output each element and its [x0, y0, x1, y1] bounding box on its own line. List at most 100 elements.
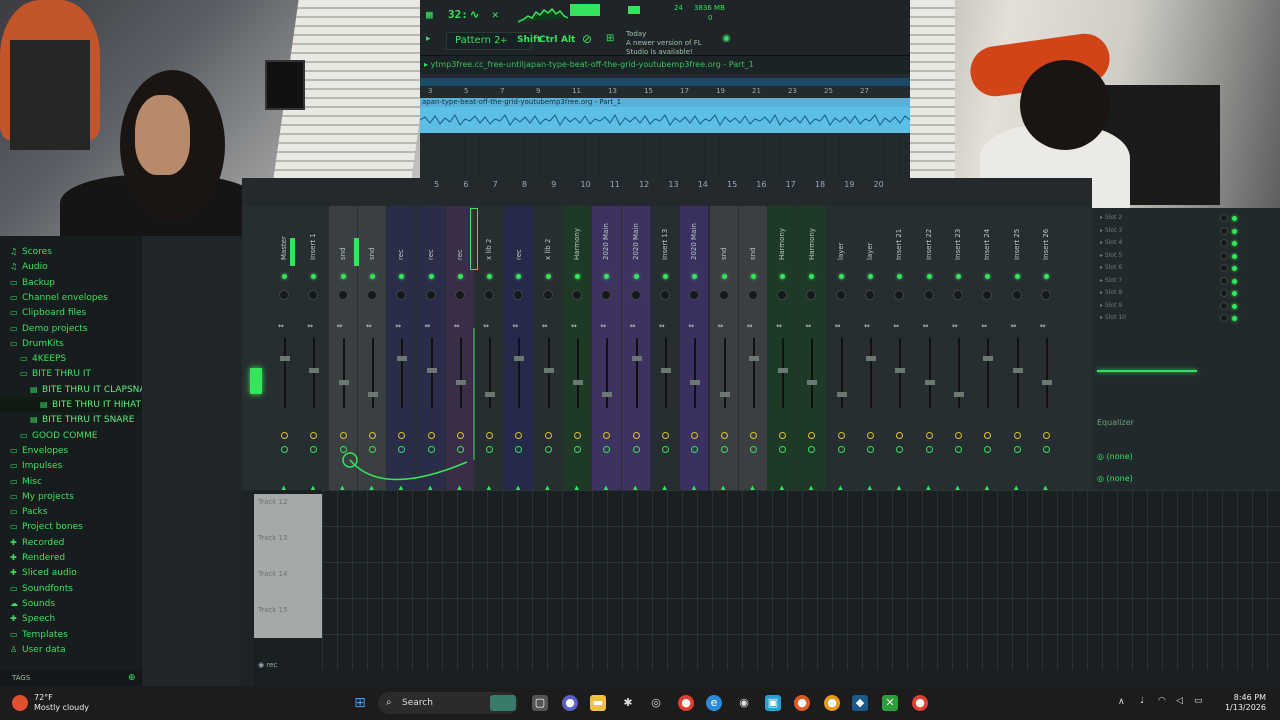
stereo-arrow-icon[interactable]: ⇔	[718, 322, 724, 330]
browser-item[interactable]: ▭ Packs	[0, 504, 142, 519]
insert-led[interactable]	[545, 274, 551, 279]
fx-slot[interactable]: ▸ Slot 7	[1100, 275, 1240, 287]
volume-fader[interactable]	[1041, 380, 1052, 385]
mixer-insert[interactable]: 2020 Main ⇔ ▲	[592, 206, 621, 492]
mixer-insert[interactable]: x lib 2 ⇔ ▲	[533, 206, 562, 492]
pan-knob[interactable]	[572, 290, 582, 300]
send-knob[interactable]	[486, 432, 494, 439]
route-led[interactable]	[779, 446, 787, 453]
browser-item[interactable]: ▭ Soundfonts	[0, 581, 142, 596]
send-knob[interactable]	[867, 432, 874, 439]
send-knob[interactable]	[427, 432, 435, 439]
send-knob[interactable]	[456, 432, 464, 439]
pan-knob[interactable]	[279, 290, 289, 300]
fx-mix-knob[interactable]	[1220, 226, 1228, 235]
fx-slot-led[interactable]	[1232, 316, 1237, 321]
volume-fader[interactable]	[953, 392, 964, 397]
send-knob[interactable]	[544, 432, 552, 439]
track-header[interactable]: Track 13	[254, 530, 322, 566]
route-led[interactable]	[339, 446, 347, 453]
wifi-icon[interactable]: ◠	[1158, 696, 1166, 706]
browser-item[interactable]: ✚ Rendered	[0, 550, 142, 565]
volume-icon[interactable]: ◁	[1176, 696, 1183, 706]
route-led[interactable]	[749, 446, 757, 453]
fx-mix-knob[interactable]	[1220, 251, 1228, 260]
insert-led[interactable]	[487, 274, 493, 279]
volume-fader[interactable]	[280, 356, 290, 361]
volume-fader[interactable]	[426, 368, 437, 373]
insert-led[interactable]	[428, 274, 434, 279]
insert-led[interactable]	[838, 274, 844, 279]
fl-studio-icon[interactable]: ◎	[648, 695, 664, 711]
add-pattern-icon[interactable]: +	[500, 36, 508, 46]
edge-icon[interactable]: e	[706, 695, 722, 711]
pan-knob[interactable]	[806, 290, 817, 300]
pan-knob[interactable]	[835, 290, 846, 300]
tray-chevron-icon[interactable]: ∧	[1118, 697, 1125, 707]
route-led[interactable]	[720, 446, 728, 453]
alt-key[interactable]: Alt	[561, 35, 575, 45]
mixer-insert[interactable]: Insert 24 ⇔ ▲	[973, 206, 1002, 492]
equalizer-label[interactable]: Equalizer	[1097, 418, 1134, 427]
stereo-arrow-icon[interactable]: ⇔	[747, 322, 753, 330]
volume-fader[interactable]	[924, 380, 935, 385]
route-led[interactable]	[1042, 446, 1050, 453]
obs-icon[interactable]: ◉	[736, 695, 752, 711]
insert-led[interactable]	[955, 274, 961, 279]
volume-fader[interactable]	[719, 392, 730, 397]
fx-slot[interactable]: ▸ Slot 10	[1100, 312, 1240, 324]
volume-fader[interactable]	[338, 380, 349, 385]
mixer-insert[interactable]: Insert 23 ⇔ ▲	[943, 206, 973, 492]
fx-slot-led[interactable]	[1232, 278, 1237, 284]
fx-slot-led[interactable]	[1232, 303, 1237, 309]
route-led[interactable]	[310, 446, 318, 453]
mixer-insert[interactable]: rec ⇔ ▲	[504, 206, 533, 492]
browser-item[interactable]: ▭ Demo projects	[0, 321, 142, 336]
pan-knob[interactable]	[952, 290, 963, 300]
stereo-arrow-icon[interactable]: ⇔	[278, 322, 284, 330]
photos-icon[interactable]: ▣	[765, 695, 781, 711]
volume-fader[interactable]	[983, 356, 994, 361]
browser-item[interactable]: ▭ Impulses	[0, 458, 142, 473]
pan-knob[interactable]	[454, 290, 465, 300]
send-knob[interactable]	[574, 432, 581, 439]
pan-knob[interactable]	[542, 290, 553, 300]
route-led[interactable]	[544, 446, 552, 453]
insert-led[interactable]	[926, 274, 932, 279]
route-led[interactable]	[427, 446, 435, 453]
audio-clip-waveform[interactable]	[420, 107, 910, 133]
windows-start-icon[interactable]: ⊞	[352, 695, 368, 711]
search-tags-icon[interactable]: ⊕	[128, 673, 136, 683]
track-header[interactable]: Track 15	[254, 602, 322, 638]
xbox-icon[interactable]: ✕	[882, 695, 898, 711]
weather-icon[interactable]	[12, 695, 28, 711]
fx-slot-led[interactable]	[1232, 266, 1237, 271]
pan-knob[interactable]	[308, 290, 319, 300]
route-led[interactable]	[486, 446, 494, 453]
route-led[interactable]	[691, 446, 699, 453]
clock-icon[interactable]: ⊘	[582, 32, 592, 46]
file-explorer-icon[interactable]: ▬	[590, 695, 606, 711]
fx-mix-knob[interactable]	[1220, 214, 1228, 222]
volume-fader[interactable]	[836, 392, 847, 397]
stereo-arrow-icon[interactable]: ⇔	[805, 322, 811, 330]
route-led[interactable]	[515, 446, 523, 453]
volume-fader[interactable]	[455, 380, 466, 385]
insert-led[interactable]	[868, 274, 873, 279]
fx-slot[interactable]: ▸ Slot 5	[1100, 250, 1240, 262]
stereo-arrow-icon[interactable]: ⇔	[864, 322, 870, 330]
insert-led[interactable]	[311, 274, 317, 279]
pan-knob[interactable]	[659, 290, 670, 300]
volume-fader[interactable]	[807, 380, 818, 385]
insert-led[interactable]	[369, 274, 375, 279]
send-knob[interactable]	[808, 432, 816, 439]
stereo-arrow-icon[interactable]: ⇔	[337, 322, 343, 330]
pan-knob[interactable]	[630, 290, 641, 300]
fx-mix-knob[interactable]	[1220, 239, 1228, 247]
send-knob[interactable]	[837, 432, 845, 439]
fx-slot-led[interactable]	[1232, 241, 1237, 246]
stereo-arrow-icon[interactable]: ⇔	[512, 322, 518, 330]
send-knob[interactable]	[632, 432, 640, 439]
insert-led[interactable]	[282, 274, 287, 279]
volume-fader[interactable]	[397, 356, 408, 361]
